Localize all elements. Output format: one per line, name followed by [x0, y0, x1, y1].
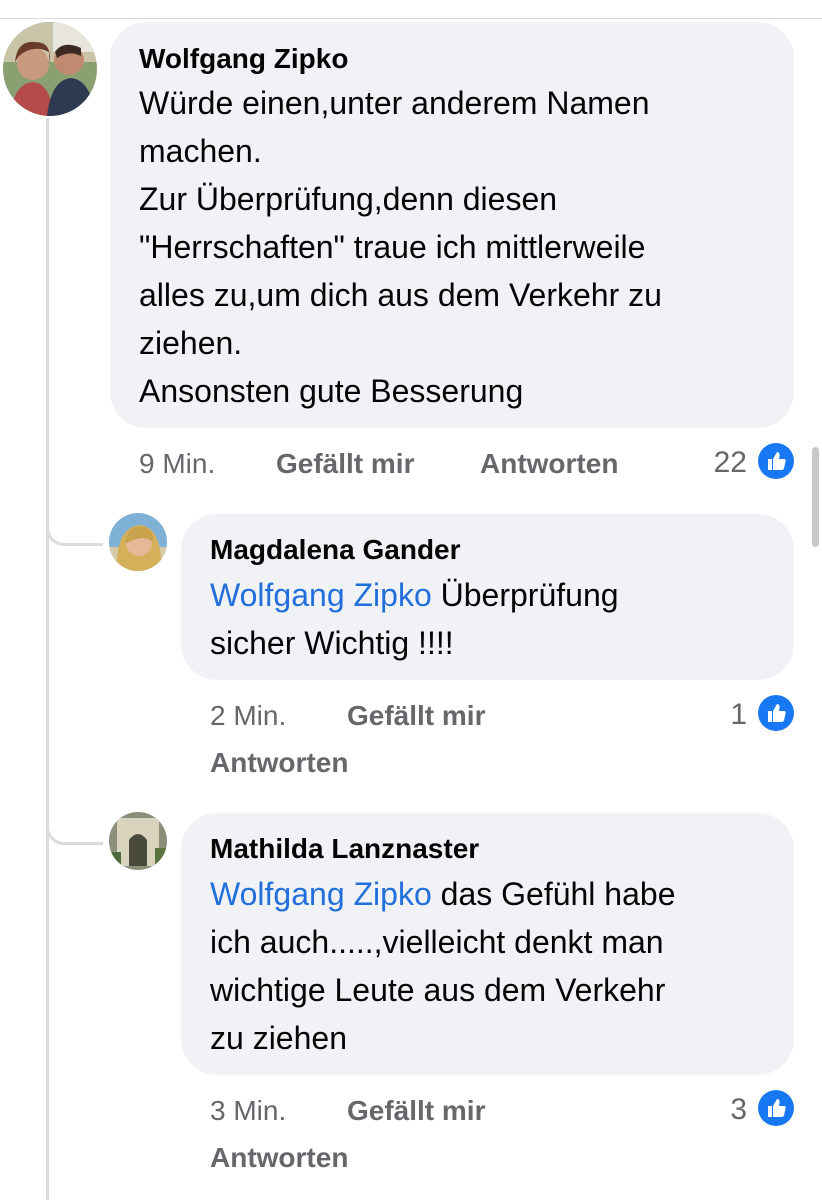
avatar[interactable]	[109, 513, 167, 571]
comment-author[interactable]: Mathilda Lanznaster	[210, 832, 479, 866]
thread-line	[46, 118, 49, 1200]
thumbs-up-icon[interactable]	[758, 695, 794, 731]
comment-author[interactable]: Wolfgang Zipko	[139, 42, 348, 76]
scrollbar[interactable]	[812, 447, 819, 547]
reply-button[interactable]: Antworten	[480, 448, 618, 480]
comment-text-line: wichtige Leute aus dem Verkehr	[210, 972, 666, 1008]
reaction-count[interactable]: 22	[714, 446, 747, 480]
comment-text-line: ich auch.....,vielleicht denkt man	[210, 924, 664, 960]
comment-timestamp[interactable]: 2 Min.	[210, 700, 286, 732]
comment-text-line: sicher Wichtig !!!!	[210, 625, 454, 661]
comment-text: Wolfgang Zipko das Gefühl habe ich auch.…	[210, 870, 675, 1062]
comment-text-line: Wolfgang Zipko das Gefühl habe	[210, 870, 675, 918]
reply-connector	[46, 812, 103, 845]
avatar[interactable]	[109, 812, 167, 870]
avatar-photo-icon	[109, 812, 167, 870]
avatar-photo-icon	[3, 22, 97, 116]
reaction-count[interactable]: 3	[730, 1093, 747, 1127]
reaction-count[interactable]: 1	[730, 698, 747, 732]
comment-text-line: Zur Überprüfung,denn diesen	[139, 181, 558, 217]
like-button[interactable]: Gefällt mir	[347, 1095, 485, 1127]
mention-link[interactable]: Wolfgang Zipko	[210, 577, 432, 613]
comment-text-line: Ansonsten gute Besserung	[139, 373, 524, 409]
comment-text-line: machen.	[139, 133, 262, 169]
comment-text-line: "Herrschaften" traue ich mittlerweile	[139, 229, 646, 265]
comment-text: Würde einen,unter anderem Namen machen. …	[139, 79, 662, 415]
like-button[interactable]: Gefällt mir	[347, 700, 485, 732]
comment-text-line: zu ziehen	[210, 1020, 347, 1056]
avatar[interactable]	[3, 22, 97, 116]
like-button[interactable]: Gefällt mir	[276, 448, 414, 480]
reply-button[interactable]: Antworten	[210, 747, 348, 779]
mention-link[interactable]: Wolfgang Zipko	[210, 876, 432, 912]
comment-text: Wolfgang Zipko Überprüfung sicher Wichti…	[210, 571, 619, 667]
comment-text-line: alles zu,um dich aus dem Verkehr zu	[139, 277, 662, 313]
comment-text-line: Wolfgang Zipko Überprüfung	[210, 571, 619, 619]
thumbs-up-icon[interactable]	[758, 1090, 794, 1126]
top-divider	[0, 0, 822, 19]
comment-timestamp[interactable]: 3 Min.	[210, 1095, 286, 1127]
reply-connector	[46, 513, 103, 546]
comment-text-line: ziehen.	[139, 325, 243, 361]
reply-button[interactable]: Antworten	[210, 1142, 348, 1174]
comment-text-segment: Überprüfung	[431, 577, 619, 613]
comment-text-line: Würde einen,unter anderem Namen	[139, 85, 650, 121]
comment-author[interactable]: Magdalena Gander	[210, 533, 461, 567]
comment-text-segment: das Gefühl habe	[431, 876, 676, 912]
thumbs-up-icon[interactable]	[758, 443, 794, 479]
comment-timestamp[interactable]: 9 Min.	[139, 448, 215, 480]
avatar-photo-icon	[109, 513, 167, 571]
